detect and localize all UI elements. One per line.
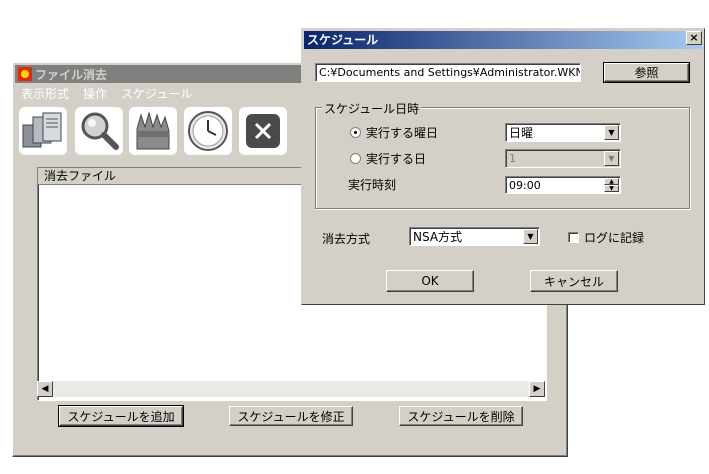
- chevron-down-icon: ▼: [604, 151, 619, 166]
- radio-day-dot[interactable]: [350, 153, 361, 164]
- weekday-select-value: 日曜: [509, 126, 534, 140]
- menubar: 表示形式 操作 スケジュール: [21, 85, 192, 102]
- dialog-close-button[interactable]: ×: [686, 31, 702, 45]
- weekday-select[interactable]: 日曜 ▼: [505, 123, 621, 142]
- method-select-value: NSA方式: [413, 230, 463, 244]
- path-field[interactable]: C:¥Documents and Settings¥Administrator.…: [315, 63, 581, 82]
- magnifier-icon[interactable]: [75, 107, 123, 155]
- app-icon: [18, 67, 32, 81]
- close-icon[interactable]: [239, 107, 287, 155]
- dialog-titlebar[interactable]: スケジュール: [304, 31, 702, 49]
- menu-view[interactable]: 表示形式: [21, 85, 69, 102]
- horizontal-scrollbar[interactable]: ◀ ▶: [37, 381, 545, 397]
- day-select-value: 1: [509, 152, 516, 165]
- radio-day-label: 実行する日: [366, 152, 427, 166]
- clock-icon[interactable]: [184, 107, 232, 155]
- method-select[interactable]: NSA方式 ▼: [409, 227, 540, 246]
- menu-operation[interactable]: 操作: [83, 85, 107, 102]
- radio-weekday-dot[interactable]: [350, 127, 361, 138]
- shredder-icon[interactable]: [129, 107, 177, 155]
- menu-schedule[interactable]: スケジュール: [121, 85, 192, 102]
- cancel-button[interactable]: キャンセル: [530, 270, 618, 292]
- dialog-title: スケジュール: [307, 33, 379, 47]
- spin-up-icon[interactable]: ▲: [604, 178, 619, 185]
- time-field[interactable]: 09:00 ▲ ▼: [505, 176, 621, 194]
- time-field-value: 09:00: [509, 178, 541, 192]
- edit-schedule-button[interactable]: スケジュールを修正: [229, 406, 353, 426]
- add-schedule-button[interactable]: スケジュールを追加: [58, 405, 184, 427]
- spin-down-icon[interactable]: ▼: [604, 185, 619, 192]
- ok-button[interactable]: OK: [386, 270, 474, 292]
- method-label: 消去方式: [322, 232, 371, 246]
- main-window-title: ファイル消去: [35, 67, 108, 82]
- files-icon[interactable]: [19, 107, 67, 155]
- radio-weekday-label: 実行する曜日: [366, 126, 439, 140]
- chevron-down-icon[interactable]: ▼: [604, 125, 619, 140]
- radio-weekday[interactable]: 実行する曜日: [350, 124, 438, 141]
- chevron-down-icon[interactable]: ▼: [523, 229, 538, 244]
- day-select: 1 ▼: [505, 149, 621, 168]
- browse-button[interactable]: 参照: [603, 62, 690, 83]
- time-spinner[interactable]: ▲ ▼: [604, 178, 619, 192]
- log-checkbox-label: ログに記録: [584, 231, 645, 245]
- schedule-dialog: スケジュール × C:¥Documents and Settings¥Admin…: [301, 28, 705, 305]
- delete-schedule-button[interactable]: スケジュールを削除: [399, 406, 523, 426]
- scroll-right-icon[interactable]: ▶: [529, 381, 545, 397]
- scroll-left-icon[interactable]: ◀: [37, 381, 53, 397]
- log-checkbox-box[interactable]: [568, 232, 579, 243]
- log-checkbox[interactable]: ログに記録: [568, 229, 644, 246]
- schedule-group-label: スケジュール日時: [322, 100, 422, 117]
- time-label: 実行時刻: [348, 178, 397, 192]
- radio-day[interactable]: 実行する日: [350, 150, 426, 167]
